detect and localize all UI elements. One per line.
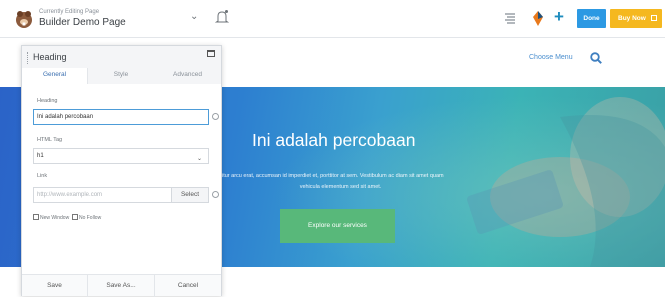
new-window-label: New Window	[40, 215, 70, 221]
connect-field-icon[interactable]	[212, 113, 219, 120]
drag-handle-icon[interactable]	[27, 52, 29, 64]
tab-style[interactable]: Style	[88, 68, 154, 84]
notifications-bell-icon[interactable]	[215, 9, 229, 25]
done-button[interactable]: Done	[577, 9, 606, 28]
add-content-icon[interactable]: +	[554, 8, 564, 25]
explore-services-button[interactable]: Explore our services	[280, 209, 395, 243]
search-icon[interactable]	[590, 52, 602, 64]
panel-tabs: General Style Advanced	[22, 68, 221, 84]
panel-footer: Save Save As... Cancel	[22, 274, 221, 297]
beaver-logo-icon	[16, 11, 32, 28]
hero-background-photo	[467, 97, 665, 267]
save-as-button[interactable]: Save As...	[88, 275, 155, 297]
save-button[interactable]: Save	[22, 275, 88, 297]
buy-now-label: Buy Now	[618, 15, 646, 22]
cancel-button[interactable]: Cancel	[155, 275, 221, 297]
choose-menu-link[interactable]: Choose Menu	[529, 54, 573, 61]
heading-field-label: Heading	[37, 98, 58, 104]
tab-advanced[interactable]: Advanced	[154, 68, 221, 84]
external-link-icon	[651, 15, 657, 21]
chevron-down-icon[interactable]: ⌄	[190, 11, 198, 22]
link-input[interactable]: http://www.example.com	[33, 187, 172, 203]
no-follow-label: No Follow	[78, 215, 102, 221]
page-title[interactable]: Builder Demo Page	[39, 17, 126, 28]
link-field-label: Link	[37, 173, 48, 179]
html-tag-label: HTML Tag	[37, 137, 63, 143]
link-options: New Window No Follow	[33, 214, 101, 221]
outline-list-icon[interactable]	[503, 12, 517, 24]
connect-field-icon[interactable]	[212, 191, 219, 198]
panel-title: Heading	[33, 52, 67, 62]
link-select-button[interactable]: Select	[172, 187, 209, 203]
tab-general[interactable]: General	[22, 68, 88, 84]
minimize-panel-icon[interactable]	[207, 50, 215, 57]
hero-text-line-1: itur arcu erat, accumsan id imperdiet et…	[222, 173, 444, 179]
heading-input[interactable]: Ini adalah percobaan	[33, 109, 209, 125]
heading-settings-panel: Heading General Style Advanced Heading I…	[21, 45, 222, 297]
html-tag-value: h1	[37, 153, 44, 159]
builder-toolbar: Currently Editing Page Builder Demo Page…	[0, 0, 665, 38]
new-window-checkbox[interactable]	[33, 214, 39, 220]
no-follow-checkbox[interactable]	[71, 214, 78, 220]
chevron-down-icon: ⌄	[196, 156, 202, 162]
html-tag-select[interactable]: h1 ⌄	[33, 148, 209, 164]
editing-caption: Currently Editing Page	[39, 9, 100, 15]
buy-now-button[interactable]: Buy Now	[610, 9, 662, 28]
hero-heading: Ini adalah percobaan	[252, 130, 416, 150]
link-placeholder: http://www.example.com	[37, 192, 103, 198]
panel-header[interactable]: Heading General Style Advanced	[22, 46, 221, 84]
assets-icon[interactable]	[530, 10, 546, 27]
